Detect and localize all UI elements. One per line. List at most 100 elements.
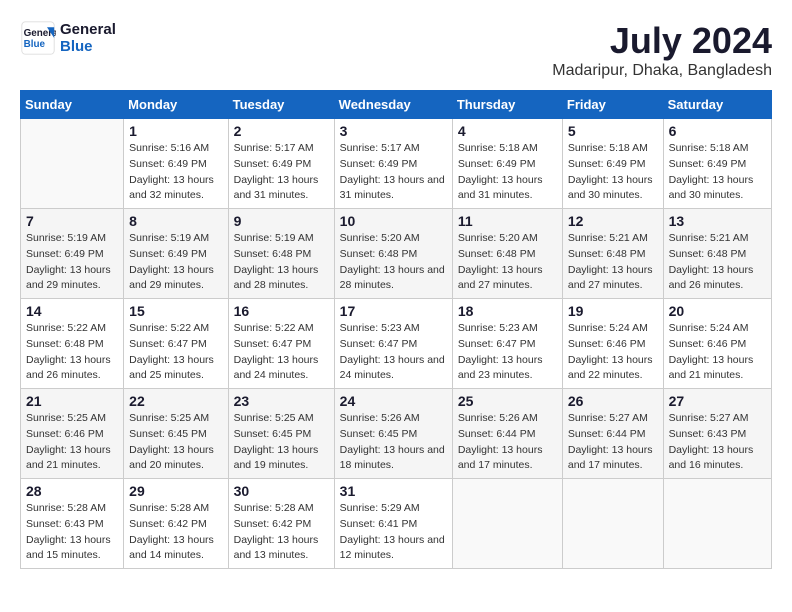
calendar-cell: 13Sunrise: 5:21 AMSunset: 6:48 PMDayligh… bbox=[663, 209, 771, 299]
day-info: Sunrise: 5:24 AMSunset: 6:46 PMDaylight:… bbox=[568, 321, 658, 384]
day-number: 1 bbox=[129, 123, 222, 139]
day-number: 6 bbox=[669, 123, 766, 139]
day-info: Sunrise: 5:16 AMSunset: 6:49 PMDaylight:… bbox=[129, 141, 222, 204]
day-number: 8 bbox=[129, 213, 222, 229]
day-info: Sunrise: 5:20 AMSunset: 6:48 PMDaylight:… bbox=[458, 231, 557, 294]
day-info: Sunrise: 5:25 AMSunset: 6:46 PMDaylight:… bbox=[26, 411, 118, 474]
day-number: 18 bbox=[458, 303, 557, 319]
weekday-header-row: SundayMondayTuesdayWednesdayThursdayFrid… bbox=[21, 91, 772, 119]
weekday-header-monday: Monday bbox=[124, 91, 228, 119]
day-info: Sunrise: 5:27 AMSunset: 6:43 PMDaylight:… bbox=[669, 411, 766, 474]
day-info: Sunrise: 5:27 AMSunset: 6:44 PMDaylight:… bbox=[568, 411, 658, 474]
day-number: 27 bbox=[669, 393, 766, 409]
calendar-cell: 8Sunrise: 5:19 AMSunset: 6:49 PMDaylight… bbox=[124, 209, 228, 299]
calendar-cell bbox=[562, 479, 663, 569]
day-info: Sunrise: 5:22 AMSunset: 6:47 PMDaylight:… bbox=[129, 321, 222, 384]
day-number: 16 bbox=[234, 303, 329, 319]
calendar-table: SundayMondayTuesdayWednesdayThursdayFrid… bbox=[20, 90, 772, 569]
calendar-cell: 9 Sunrise: 5:19 AMSunset: 6:48 PMDaylight… bbox=[228, 209, 334, 299]
day-number: 29 bbox=[129, 483, 222, 499]
day-number: 7 bbox=[26, 213, 118, 229]
day-info: Sunrise: 5:18 AMSunset: 6:49 PMDaylight:… bbox=[458, 141, 557, 204]
weekday-header-sunday: Sunday bbox=[21, 91, 124, 119]
day-number: 2 bbox=[234, 123, 329, 139]
calendar-week-row: 14 Sunrise: 5:22 AMSunset: 6:48 PMDayligh… bbox=[21, 299, 772, 389]
calendar-week-row: 1 Sunrise: 5:16 AMSunset: 6:49 PMDaylight… bbox=[21, 119, 772, 209]
day-number: 30 bbox=[234, 483, 329, 499]
logo-icon: General Blue bbox=[20, 20, 56, 56]
day-info: Sunrise: 5:18 AMSunset: 6:49 PMDaylight:… bbox=[568, 141, 658, 204]
calendar-cell: 19 Sunrise: 5:24 AMSunset: 6:46 PMDayligh… bbox=[562, 299, 663, 389]
day-info: Sunrise: 5:23 AMSunset: 6:47 PMDaylight:… bbox=[458, 321, 557, 384]
day-number: 13 bbox=[669, 213, 766, 229]
day-info: Sunrise: 5:28 AMSunset: 6:42 PMDaylight:… bbox=[129, 501, 222, 564]
calendar-cell: 23Sunrise: 5:25 AMSunset: 6:45 PMDayligh… bbox=[228, 389, 334, 479]
calendar-cell bbox=[452, 479, 562, 569]
day-info: Sunrise: 5:21 AMSunset: 6:48 PMDaylight:… bbox=[568, 231, 658, 294]
svg-text:Blue: Blue bbox=[24, 39, 46, 50]
day-number: 21 bbox=[26, 393, 118, 409]
day-info: Sunrise: 5:19 AMSunset: 6:48 PMDaylight:… bbox=[234, 231, 329, 294]
weekday-header-friday: Friday bbox=[562, 91, 663, 119]
calendar-cell: 15 Sunrise: 5:22 AMSunset: 6:47 PMDayligh… bbox=[124, 299, 228, 389]
day-number: 12 bbox=[568, 213, 658, 229]
calendar-cell: 10Sunrise: 5:20 AMSunset: 6:48 PMDayligh… bbox=[334, 209, 452, 299]
day-number: 11 bbox=[458, 213, 557, 229]
day-info: Sunrise: 5:22 AMSunset: 6:48 PMDaylight:… bbox=[26, 321, 118, 384]
calendar-cell: 22Sunrise: 5:25 AMSunset: 6:45 PMDayligh… bbox=[124, 389, 228, 479]
day-info: Sunrise: 5:28 AMSunset: 6:42 PMDaylight:… bbox=[234, 501, 329, 564]
day-number: 23 bbox=[234, 393, 329, 409]
calendar-cell: 6 Sunrise: 5:18 AMSunset: 6:49 PMDaylight… bbox=[663, 119, 771, 209]
weekday-header-wednesday: Wednesday bbox=[334, 91, 452, 119]
day-number: 5 bbox=[568, 123, 658, 139]
calendar-cell: 28 Sunrise: 5:28 AMSunset: 6:43 PMDayligh… bbox=[21, 479, 124, 569]
day-info: Sunrise: 5:18 AMSunset: 6:49 PMDaylight:… bbox=[669, 141, 766, 204]
calendar-cell: 31Sunrise: 5:29 AMSunset: 6:41 PMDayligh… bbox=[334, 479, 452, 569]
day-number: 24 bbox=[340, 393, 447, 409]
day-number: 14 bbox=[26, 303, 118, 319]
day-number: 28 bbox=[26, 483, 118, 499]
day-number: 22 bbox=[129, 393, 222, 409]
day-number: 19 bbox=[568, 303, 658, 319]
calendar-cell: 26Sunrise: 5:27 AMSunset: 6:44 PMDayligh… bbox=[562, 389, 663, 479]
calendar-cell: 14 Sunrise: 5:22 AMSunset: 6:48 PMDayligh… bbox=[21, 299, 124, 389]
day-info: Sunrise: 5:20 AMSunset: 6:48 PMDaylight:… bbox=[340, 231, 447, 294]
day-number: 15 bbox=[129, 303, 222, 319]
day-info: Sunrise: 5:28 AMSunset: 6:43 PMDaylight:… bbox=[26, 501, 118, 564]
calendar-cell: 16 Sunrise: 5:22 AMSunset: 6:47 PMDayligh… bbox=[228, 299, 334, 389]
calendar-cell: 3Sunrise: 5:17 AMSunset: 6:49 PMDaylight… bbox=[334, 119, 452, 209]
page-header: General Blue General Blue July 2024 Mada… bbox=[20, 20, 772, 80]
calendar-cell: 17Sunrise: 5:23 AMSunset: 6:47 PMDayligh… bbox=[334, 299, 452, 389]
calendar-cell: 7 Sunrise: 5:19 AMSunset: 6:49 PMDaylight… bbox=[21, 209, 124, 299]
logo-general: General bbox=[60, 21, 116, 38]
logo: General Blue General Blue bbox=[20, 20, 116, 56]
calendar-cell: 18 Sunrise: 5:23 AMSunset: 6:47 PMDayligh… bbox=[452, 299, 562, 389]
day-number: 31 bbox=[340, 483, 447, 499]
day-info: Sunrise: 5:26 AMSunset: 6:44 PMDaylight:… bbox=[458, 411, 557, 474]
month-year: July 2024 bbox=[552, 20, 772, 62]
title-section: July 2024 Madaripur, Dhaka, Bangladesh bbox=[552, 20, 772, 80]
calendar-cell: 20Sunrise: 5:24 AMSunset: 6:46 PMDayligh… bbox=[663, 299, 771, 389]
weekday-header-thursday: Thursday bbox=[452, 91, 562, 119]
calendar-cell: 2 Sunrise: 5:17 AMSunset: 6:49 PMDaylight… bbox=[228, 119, 334, 209]
calendar-cell: 5 Sunrise: 5:18 AMSunset: 6:49 PMDaylight… bbox=[562, 119, 663, 209]
calendar-cell: 30 Sunrise: 5:28 AMSunset: 6:42 PMDayligh… bbox=[228, 479, 334, 569]
calendar-cell: 25 Sunrise: 5:26 AMSunset: 6:44 PMDayligh… bbox=[452, 389, 562, 479]
calendar-cell: 12 Sunrise: 5:21 AMSunset: 6:48 PMDayligh… bbox=[562, 209, 663, 299]
calendar-cell: 1 Sunrise: 5:16 AMSunset: 6:49 PMDaylight… bbox=[124, 119, 228, 209]
day-info: Sunrise: 5:17 AMSunset: 6:49 PMDaylight:… bbox=[234, 141, 329, 204]
day-number: 25 bbox=[458, 393, 557, 409]
location: Madaripur, Dhaka, Bangladesh bbox=[552, 62, 772, 80]
calendar-cell: 4Sunrise: 5:18 AMSunset: 6:49 PMDaylight… bbox=[452, 119, 562, 209]
day-number: 9 bbox=[234, 213, 329, 229]
day-info: Sunrise: 5:26 AMSunset: 6:45 PMDaylight:… bbox=[340, 411, 447, 474]
calendar-cell: 27 Sunrise: 5:27 AMSunset: 6:43 PMDayligh… bbox=[663, 389, 771, 479]
calendar-week-row: 21 Sunrise: 5:25 AMSunset: 6:46 PMDayligh… bbox=[21, 389, 772, 479]
day-info: Sunrise: 5:23 AMSunset: 6:47 PMDaylight:… bbox=[340, 321, 447, 384]
weekday-header-saturday: Saturday bbox=[663, 91, 771, 119]
calendar-cell bbox=[21, 119, 124, 209]
day-info: Sunrise: 5:22 AMSunset: 6:47 PMDaylight:… bbox=[234, 321, 329, 384]
calendar-cell: 29 Sunrise: 5:28 AMSunset: 6:42 PMDayligh… bbox=[124, 479, 228, 569]
day-number: 3 bbox=[340, 123, 447, 139]
day-info: Sunrise: 5:19 AMSunset: 6:49 PMDaylight:… bbox=[26, 231, 118, 294]
